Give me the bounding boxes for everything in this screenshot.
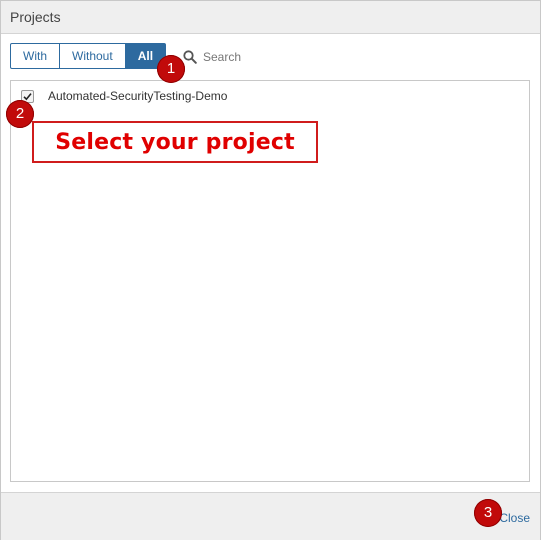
checkmark-icon bbox=[23, 92, 32, 100]
filter-toggle-group: With Without All bbox=[10, 43, 167, 69]
dialog-title: Projects bbox=[10, 9, 61, 25]
dialog-footer: Close bbox=[1, 492, 540, 540]
close-button[interactable]: Close bbox=[499, 511, 530, 525]
filter-without-button[interactable]: Without bbox=[59, 43, 126, 69]
annotation-callout-text: Select your project bbox=[55, 129, 295, 155]
search-input[interactable] bbox=[203, 50, 323, 64]
filter-with-button[interactable]: With bbox=[10, 43, 60, 69]
annotation-callout: Select your project bbox=[32, 121, 318, 163]
annotation-badge-2: 2 bbox=[6, 100, 34, 128]
annotation-badge-1: 1 bbox=[157, 55, 185, 83]
search-box bbox=[183, 48, 323, 66]
list-item[interactable]: Automated-SecurityTesting-Demo bbox=[21, 89, 227, 103]
dialog-header: Projects bbox=[1, 1, 540, 34]
project-name: Automated-SecurityTesting-Demo bbox=[48, 89, 228, 103]
annotation-badge-3: 3 bbox=[474, 499, 502, 527]
projects-dialog: Projects With Without All Automated-Secu… bbox=[0, 0, 541, 540]
search-icon bbox=[183, 50, 197, 64]
